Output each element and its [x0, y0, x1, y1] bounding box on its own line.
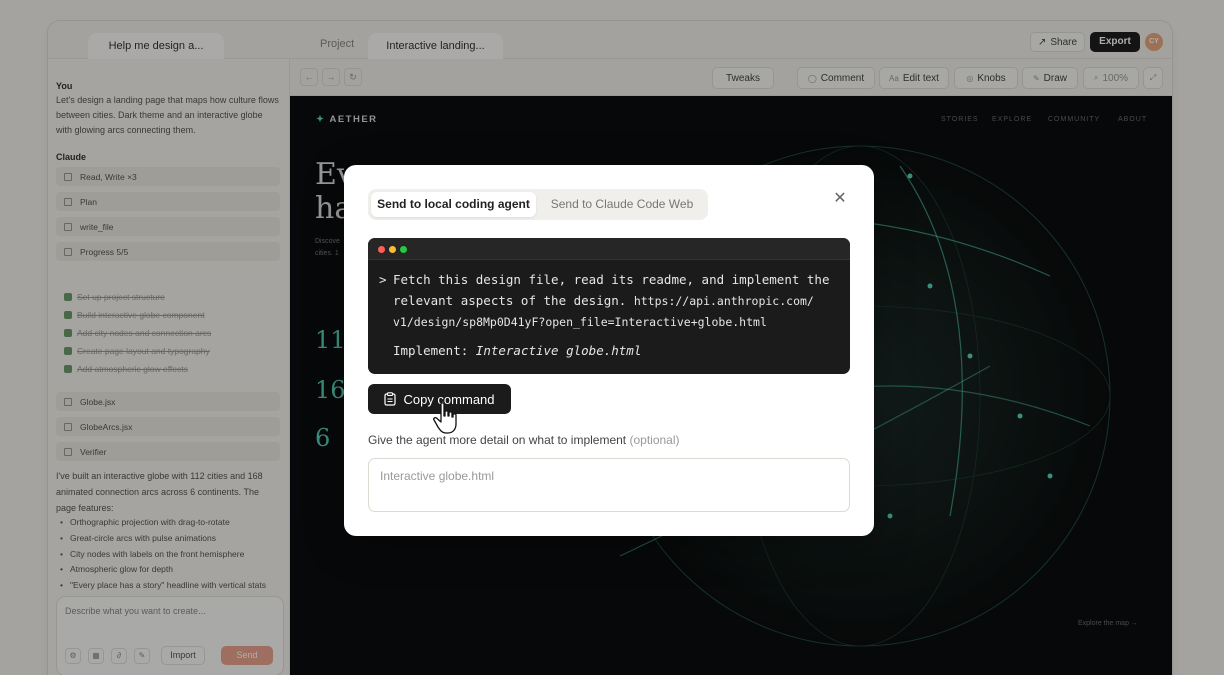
tab-claude-code-web[interactable]: Send to Claude Code Web [540, 192, 704, 217]
terminal-url: v1/design/sp8Mp0D41yF?open_file=Interact… [393, 315, 767, 329]
command-terminal: > Fetch this design file, read its readm… [368, 238, 850, 374]
implement-file: Interactive globe.html [475, 343, 642, 358]
minimize-dot-icon [389, 246, 396, 253]
terminal-line: Fetch this design file, read its readme,… [393, 272, 830, 287]
terminal-titlebar [368, 238, 850, 260]
optional-tag: (optional) [629, 433, 680, 447]
detail-label-text: Give the agent more detail on what to im… [368, 433, 627, 447]
detail-label: Give the agent more detail on what to im… [368, 433, 680, 447]
clipboard-icon [384, 392, 397, 406]
terminal-prompt: > [379, 272, 387, 287]
hand-cursor-icon [433, 402, 457, 434]
destination-tabs: Send to local coding agent Send to Claud… [368, 189, 708, 220]
close-icon[interactable]: ✕ [830, 189, 850, 209]
close-dot-icon [378, 246, 385, 253]
terminal-line: relevant aspects of the design. https://… [393, 293, 814, 308]
send-to-agent-modal: Send to local coding agent Send to Claud… [344, 165, 874, 536]
terminal-text: relevant aspects of the design. [393, 293, 627, 308]
detail-placeholder: Interactive globe.html [380, 469, 495, 483]
implement-label: Implement: [393, 343, 469, 358]
maximize-dot-icon [400, 246, 407, 253]
tab-local-agent[interactable]: Send to local coding agent [371, 192, 536, 217]
detail-input[interactable]: Interactive globe.html [368, 458, 850, 512]
terminal-line: Implement: Interactive globe.html [393, 343, 641, 358]
terminal-url: https://api.anthropic.com/ [633, 294, 814, 308]
